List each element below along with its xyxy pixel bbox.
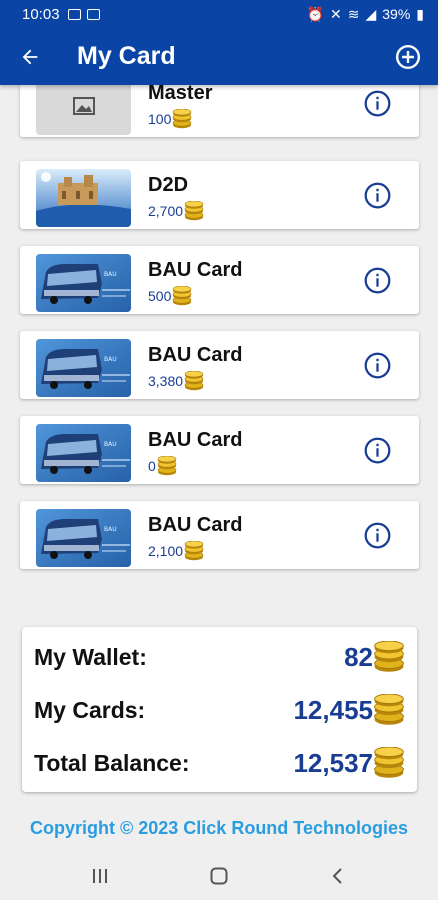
coin-stack-icon — [184, 371, 204, 391]
card-item-bau[interactable]: BAU Card 500 — [20, 246, 419, 314]
card-balance: 3,380 — [148, 371, 204, 391]
card-balance: 500 — [148, 286, 192, 306]
image-placeholder-icon — [72, 97, 95, 115]
card-item-bau[interactable]: BAU Card 2,100 — [20, 501, 419, 569]
home-button[interactable] — [199, 856, 239, 896]
coin-stack-icon — [157, 456, 177, 476]
card-balance-value: 2,700 — [148, 203, 184, 219]
battery-percent: 39% — [382, 6, 411, 22]
message-icon — [67, 8, 81, 20]
coin-stack-icon — [373, 747, 405, 779]
cards-amount: 12,455 — [293, 694, 405, 726]
card-item-master[interactable]: Master 100 — [20, 85, 419, 137]
wallet-value: 82 — [344, 641, 373, 672]
card-balance-value: 100 — [148, 111, 172, 127]
card-thumbnail — [36, 169, 131, 227]
card-thumbnail — [36, 339, 131, 397]
wallet-row: My Wallet: 82 — [34, 637, 405, 677]
status-right: ⏰ ✕ ≋ ◢ 39% ▮ — [307, 6, 424, 23]
copyright-text: Copyright © 2023 Click Round Technologie… — [30, 818, 408, 838]
wifi-icon: ≋ — [347, 5, 360, 22]
card-thumbnail-placeholder — [36, 85, 131, 135]
recent-apps-button[interactable] — [80, 856, 120, 896]
card-balance: 100 — [148, 109, 192, 129]
info-icon[interactable] — [364, 352, 391, 379]
bau-card-image — [36, 424, 131, 482]
coin-stack-icon — [172, 286, 192, 306]
chevron-left-icon — [332, 868, 343, 884]
card-balance-value: 0 — [148, 458, 156, 474]
page-title: My Card — [77, 42, 176, 70]
bau-card-image — [36, 339, 131, 397]
cards-value: 12,455 — [293, 694, 373, 725]
signal-icon: ◢ — [365, 5, 377, 22]
total-value: 12,537 — [293, 747, 373, 778]
total-amount: 12,537 — [293, 747, 405, 779]
info-icon[interactable] — [364, 90, 391, 117]
system-nav-bar — [0, 852, 438, 900]
bau-card-image — [36, 254, 131, 312]
wallet-amount: 82 — [344, 641, 405, 673]
card-name: BAU Card — [148, 514, 243, 536]
battery-icon: ▮ — [416, 5, 424, 22]
card-thumbnail — [36, 509, 131, 567]
cards-label: My Cards: — [34, 696, 146, 723]
info-icon[interactable] — [364, 267, 391, 294]
info-icon[interactable] — [364, 522, 391, 549]
alarm-icon: ⏰ — [306, 5, 324, 22]
coin-stack-icon — [373, 641, 405, 673]
home-icon — [210, 867, 228, 885]
d2d-card-image — [36, 169, 131, 227]
card-thumbnail — [36, 254, 131, 312]
status-bar: 10:03 ⏰ ✕ ≋ ◢ 39% ▮ — [0, 0, 438, 28]
card-item-bau[interactable]: BAU Card 3,380 — [20, 331, 419, 399]
card-name: BAU Card — [148, 259, 243, 281]
card-item-d2d[interactable]: D2D 2,700 — [20, 161, 419, 229]
balance-summary: My Wallet: 82 My Cards: 12,455 Total Bal… — [22, 627, 417, 792]
mute-icon: ✕ — [330, 5, 342, 22]
card-balance-value: 3,380 — [148, 373, 184, 389]
add-card-button[interactable] — [378, 28, 438, 85]
wallet-label: My Wallet: — [34, 643, 147, 670]
recent-apps-icon — [92, 869, 107, 883]
coin-stack-icon — [373, 694, 405, 726]
bau-card-image — [36, 509, 131, 567]
back-nav-button[interactable] — [318, 856, 358, 896]
card-name: Master — [148, 85, 213, 104]
app-bar: My Card — [0, 28, 438, 85]
add-circle-icon — [395, 44, 421, 69]
back-button[interactable] — [0, 28, 60, 85]
coin-stack-icon — [172, 109, 192, 129]
status-time: 10:03 — [22, 5, 60, 23]
card-name: D2D — [148, 174, 189, 196]
total-row: Total Balance: 12,537 — [34, 743, 405, 783]
card-name: BAU Card — [148, 429, 243, 451]
card-list[interactable]: Master 100 D2D 2,700 BAU Card 500 BAU Ca… — [0, 85, 438, 590]
card-balance: 0 — [148, 456, 177, 476]
card-balance-value: 2,100 — [148, 543, 184, 559]
info-icon[interactable] — [364, 437, 391, 464]
coin-stack-icon — [184, 541, 204, 561]
coin-stack-icon — [184, 201, 204, 221]
card-balance: 2,100 — [148, 541, 204, 561]
image-icon — [86, 8, 100, 20]
cards-row: My Cards: 12,455 — [34, 690, 405, 730]
card-item-bau[interactable]: BAU Card 0 — [20, 416, 419, 484]
card-name: BAU Card — [148, 344, 243, 366]
card-thumbnail — [36, 424, 131, 482]
card-balance: 2,700 — [148, 201, 204, 221]
total-label: Total Balance: — [34, 749, 190, 776]
card-balance-value: 500 — [148, 288, 172, 304]
info-icon[interactable] — [364, 182, 391, 209]
back-arrow-icon — [22, 49, 38, 64]
notification-icons — [67, 8, 100, 20]
